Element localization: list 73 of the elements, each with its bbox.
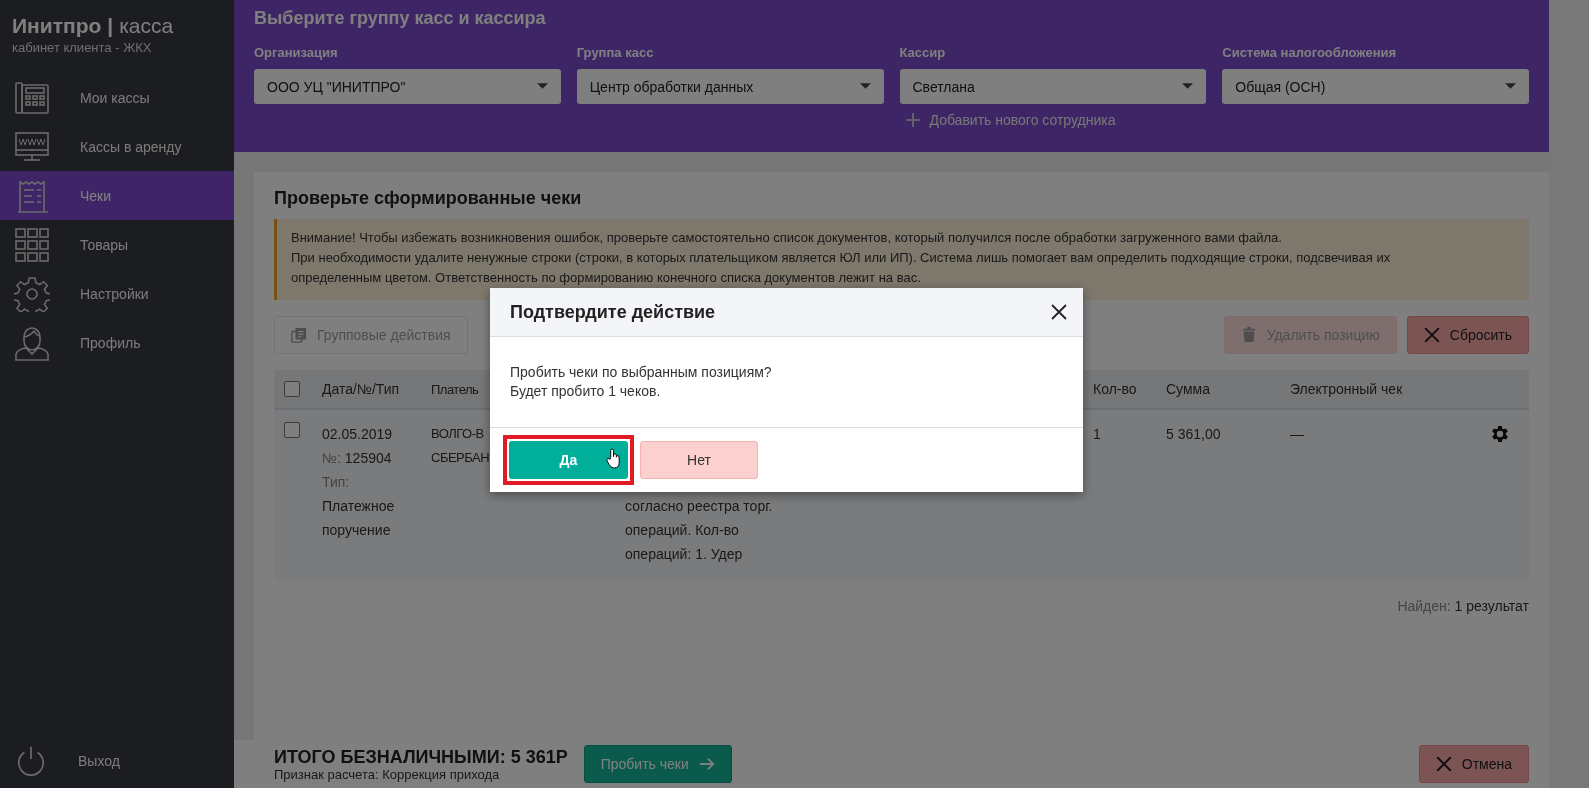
cash-register-icon [14, 79, 50, 116]
plus-icon [905, 113, 920, 127]
field-label: Тип: [322, 473, 351, 492]
close-icon [1423, 327, 1440, 343]
sidebar-item[interactable]: Настройки [0, 269, 234, 318]
submit-receipts-button[interactable]: Пробить чеки [583, 745, 732, 783]
results-count: 1 результат [1454, 598, 1529, 614]
sidebar-item[interactable]: Профиль [0, 318, 234, 367]
brand-subtitle: кабинет клиента - ЖКХ [11, 39, 153, 57]
caret-icon [536, 83, 548, 90]
cancel-button[interactable]: Отмена [1418, 745, 1529, 783]
table-cell-text: операций: 1. Удер [625, 545, 744, 564]
column-header: Сумма [1166, 381, 1211, 397]
field-label: №: [322, 450, 341, 466]
user-icon [14, 324, 50, 361]
caret-icon [1505, 83, 1516, 90]
reset-button[interactable]: Сбросить [1406, 316, 1529, 354]
logout-label: Выход [78, 753, 120, 769]
sidebar-item[interactable]: Чеки [0, 171, 234, 220]
select-field[interactable]: Общая (ОСН) [1222, 69, 1529, 104]
settings-icon [14, 275, 50, 312]
field-label: Система налогообложения [1222, 45, 1398, 60]
yes-button[interactable]: Да [509, 441, 628, 479]
column-header: Электронный чек [1290, 381, 1404, 397]
table-cell-text: ВОЛГО-В [431, 425, 484, 443]
select-field[interactable]: Центр обработки данных [576, 69, 884, 104]
sidebar-item[interactable]: Мои кассы [0, 73, 234, 122]
grid-icon [14, 226, 50, 263]
select-field[interactable]: Светлана [899, 69, 1207, 104]
close-icon[interactable] [1051, 304, 1067, 320]
settings-icon[interactable] [1489, 423, 1511, 445]
table-cell-text: — [1290, 425, 1305, 444]
table-cell-text: 02.05.2019 [322, 425, 394, 444]
table-cell-text: СБЕРБАН [431, 449, 490, 467]
section-title: Проверьте сформированные чеки [274, 188, 583, 209]
column-header: Платель [431, 381, 479, 397]
dialog-title: Подтвердите действие [510, 301, 716, 323]
table-cell-text: Платежное поручение [322, 497, 396, 540]
checkbox[interactable] [284, 381, 300, 397]
brand-product: касса [119, 14, 174, 38]
arrow-right-icon [698, 756, 715, 772]
no-button[interactable]: Нет [640, 441, 758, 479]
total-amount: ИТОГО БЕЗНАЛИЧНЫМИ: 5 361Р [274, 746, 568, 767]
brand-separator: | [107, 14, 114, 38]
caret-icon [859, 83, 871, 90]
table-cell-text: 1 [1093, 425, 1102, 444]
payment-sign: Признак расчета: Коррекция прихода [274, 766, 501, 782]
warning-text: Внимание! Чтобы избежать возникновения ошибок, проверьте самостоятельно список документов, который получился после обработки загруженного вами файла. [291, 229, 1283, 247]
hand-cursor-icon [606, 448, 621, 469]
table-cell-text: согласно реестра торг. [625, 497, 774, 516]
header-title: Выберите группу касс и кассира [254, 8, 547, 29]
field-label: Группа касс [576, 45, 655, 60]
column-header: Кол-во [1093, 381, 1138, 397]
column-header: Дата/№/Тип [322, 381, 401, 397]
sidebar-item[interactable]: Товары [0, 220, 234, 269]
field-label: Организация [254, 45, 339, 60]
scrollbar[interactable] [1549, 0, 1589, 788]
select-field[interactable]: ООО УЦ "ИНИТПРО" [254, 69, 561, 104]
logout-item[interactable]: Выход [0, 744, 234, 788]
dialog-message: Будет пробито 1 чеков. [510, 382, 662, 401]
table-cell: 125904 [344, 450, 392, 466]
sidebar-item[interactable]: Кассы в аренду [0, 122, 234, 171]
warning-text: При необходимости удалите ненужные строки (строки, в которых плательщиком является ЮЛ или ИП). Система лишь помогает вам определить подходящие строки, подсвечивая их определенным цветом. Ответственность по формированию конечного списка документов лежит на вас. [291, 249, 1392, 287]
checkbox[interactable] [284, 422, 300, 438]
caret-icon [1182, 83, 1194, 90]
brand-name: Инитпро [12, 14, 102, 38]
close-icon [1435, 756, 1452, 772]
table-cell-text: 5 361,00 [1166, 425, 1222, 444]
dialog-message: Пробить чеки по выбранным позициям? [510, 363, 773, 382]
add-employee-link[interactable]: Добавить нового сотрудника [905, 112, 1116, 128]
results-label: Найден: [1397, 598, 1451, 614]
field-label: Кассир [899, 45, 947, 60]
table-cell-text: операций. Кол-во [625, 521, 740, 540]
